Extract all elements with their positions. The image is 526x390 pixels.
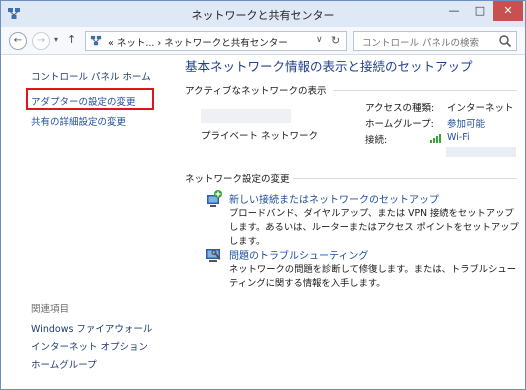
change-adapter-settings-link[interactable]: アダプターの設定の変更 xyxy=(31,94,136,108)
network-center-icon xyxy=(90,35,102,46)
homegroup-label: ホームグループ: xyxy=(365,119,434,130)
setup-new-connection-description: ブロードバンド、ダイヤルアップ、または VPN 接続をセットアップします。あるい… xyxy=(229,208,519,247)
wifi-connection-link[interactable]: Wi-Fi xyxy=(447,132,470,143)
internet-options-link[interactable]: インターネット オプション xyxy=(31,339,148,353)
chevron-down-icon[interactable]: ∨ xyxy=(316,35,323,45)
refresh-icon[interactable]: ↻ xyxy=(331,34,340,47)
forward-button[interactable]: → xyxy=(32,32,50,50)
section-divider xyxy=(293,178,517,179)
homegroup-link[interactable]: ホームグループ xyxy=(31,357,97,371)
new-connection-icon xyxy=(207,190,222,207)
maximize-button[interactable]: □ xyxy=(467,1,493,21)
recent-pages-dropdown[interactable]: ▾ xyxy=(54,35,58,44)
troubleshoot-problems-link[interactable]: 問題のトラブルシューティング xyxy=(229,247,368,262)
search-placeholder: コントロール パネルの検索 xyxy=(362,38,480,49)
wifi-network-name xyxy=(446,147,516,157)
address-bar[interactable]: « ネット... › ネットワークと共有センター ∨ ↻ xyxy=(85,31,347,51)
troubleshoot-problems-description: ネットワークの問題を診断して修復します。または、トラブルシューティングに関する情… xyxy=(229,264,516,289)
windows-firewall-link[interactable]: Windows ファイアウォール xyxy=(31,321,152,335)
close-button[interactable]: ✕ xyxy=(493,1,523,21)
back-button[interactable]: ← xyxy=(9,32,27,50)
homegroup-join-link[interactable]: 参加可能 xyxy=(447,116,485,130)
network-type-link[interactable]: プライベート ネットワーク xyxy=(201,128,318,142)
title-bar[interactable]: ネットワークと共有センター — □ ✕ xyxy=(1,1,525,27)
change-settings-heading: ネットワーク設定の変更 xyxy=(185,174,290,185)
active-networks-heading: アクティブなネットワークの表示 xyxy=(185,86,327,97)
section-divider xyxy=(333,90,517,91)
up-button[interactable]: ↑ xyxy=(67,33,76,46)
window: ネットワークと共有センター — □ ✕ ← → ▾ ↑ « ネット... › ネ… xyxy=(0,0,526,390)
search-icon[interactable] xyxy=(498,34,512,48)
advanced-sharing-settings-link[interactable]: 共有の詳細設定の変更 xyxy=(31,114,126,128)
search-input[interactable]: コントロール パネルの検索 xyxy=(353,31,517,51)
minimize-button[interactable]: — xyxy=(441,1,467,21)
navigation-bar: ← → ▾ ↑ « ネット... › ネットワークと共有センター ∨ ↻ コント… xyxy=(1,27,525,55)
page-title: 基本ネットワーク情報の表示と接続のセットアップ xyxy=(185,59,473,74)
access-type-label: アクセスの種類: xyxy=(365,103,435,114)
see-also-heading: 関連項目 xyxy=(31,304,70,315)
breadcrumb[interactable]: « ネット... › ネットワークと共有センター xyxy=(108,35,288,49)
access-type-value: インターネット xyxy=(447,103,514,114)
troubleshoot-icon xyxy=(206,249,221,262)
connection-label: 接続: xyxy=(365,135,388,146)
setup-new-connection-link[interactable]: 新しい接続またはネットワークのセットアップ xyxy=(229,191,439,206)
network-name xyxy=(201,109,291,123)
wifi-signal-icon xyxy=(430,134,441,143)
control-panel-home-link[interactable]: コントロール パネル ホーム xyxy=(31,69,151,83)
